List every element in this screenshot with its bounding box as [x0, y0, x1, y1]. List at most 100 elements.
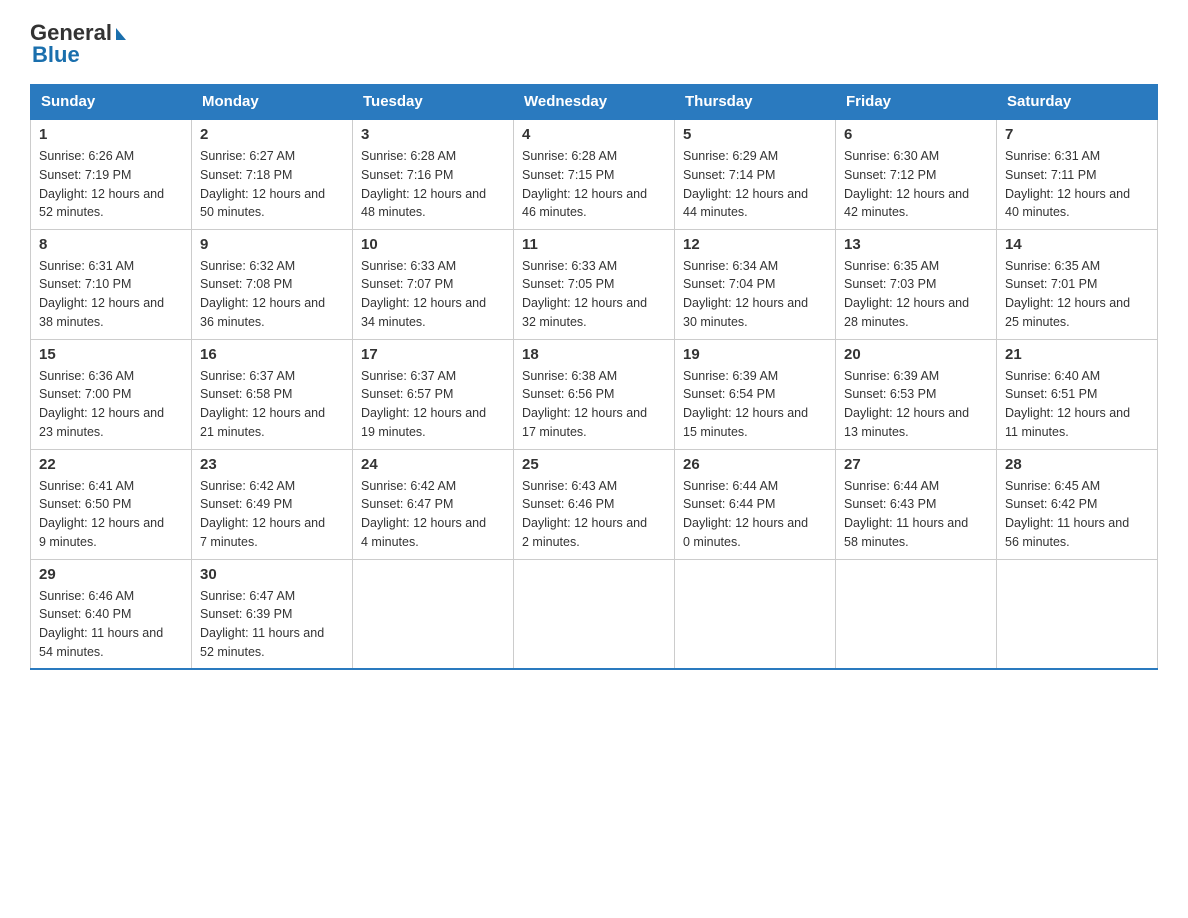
- day-info: Sunrise: 6:33 AMSunset: 7:07 PMDaylight:…: [361, 257, 505, 332]
- calendar-day: 19 Sunrise: 6:39 AMSunset: 6:54 PMDayligh…: [675, 339, 836, 449]
- day-info: Sunrise: 6:40 AMSunset: 6:51 PMDaylight:…: [1005, 367, 1149, 442]
- day-info: Sunrise: 6:28 AMSunset: 7:16 PMDaylight:…: [361, 147, 505, 222]
- weekday-header-wednesday: Wednesday: [514, 85, 675, 120]
- calendar-day: 4 Sunrise: 6:28 AMSunset: 7:15 PMDaylight…: [514, 119, 675, 229]
- day-info: Sunrise: 6:32 AMSunset: 7:08 PMDaylight:…: [200, 257, 344, 332]
- weekday-header-friday: Friday: [836, 85, 997, 120]
- day-number: 25: [522, 456, 666, 473]
- day-number: 28: [1005, 456, 1149, 473]
- day-info: Sunrise: 6:34 AMSunset: 7:04 PMDaylight:…: [683, 257, 827, 332]
- day-number: 6: [844, 126, 988, 143]
- day-info: Sunrise: 6:37 AMSunset: 6:58 PMDaylight:…: [200, 367, 344, 442]
- calendar-day: 6 Sunrise: 6:30 AMSunset: 7:12 PMDaylight…: [836, 119, 997, 229]
- day-info: Sunrise: 6:29 AMSunset: 7:14 PMDaylight:…: [683, 147, 827, 222]
- calendar-day: 12 Sunrise: 6:34 AMSunset: 7:04 PMDayligh…: [675, 229, 836, 339]
- day-number: 11: [522, 236, 666, 253]
- weekday-header-monday: Monday: [192, 85, 353, 120]
- day-number: 29: [39, 566, 183, 583]
- day-info: Sunrise: 6:38 AMSunset: 6:56 PMDaylight:…: [522, 367, 666, 442]
- calendar-day: 13Sunrise: 6:35 AMSunset: 7:03 PMDayligh…: [836, 229, 997, 339]
- day-number: 12: [683, 236, 827, 253]
- day-number: 16: [200, 346, 344, 363]
- calendar-day: 8 Sunrise: 6:31 AMSunset: 7:10 PMDaylight…: [31, 229, 192, 339]
- day-info: Sunrise: 6:37 AMSunset: 6:57 PMDaylight:…: [361, 367, 505, 442]
- calendar-body: 1 Sunrise: 6:26 AMSunset: 7:19 PMDaylight…: [31, 119, 1158, 669]
- calendar-day: [997, 559, 1158, 669]
- weekday-header-saturday: Saturday: [997, 85, 1158, 120]
- calendar-day: 26Sunrise: 6:44 AMSunset: 6:44 PMDayligh…: [675, 449, 836, 559]
- calendar-day: 7Sunrise: 6:31 AMSunset: 7:11 PMDaylight…: [997, 119, 1158, 229]
- day-info: Sunrise: 6:33 AMSunset: 7:05 PMDaylight:…: [522, 257, 666, 332]
- calendar-day: [675, 559, 836, 669]
- calendar-day: 28 Sunrise: 6:45 AMSunset: 6:42 PMDayligh…: [997, 449, 1158, 559]
- calendar-day: 1 Sunrise: 6:26 AMSunset: 7:19 PMDaylight…: [31, 119, 192, 229]
- day-number: 22: [39, 456, 183, 473]
- day-number: 24: [361, 456, 505, 473]
- day-info: Sunrise: 6:31 AMSunset: 7:10 PMDaylight:…: [39, 257, 183, 332]
- page-header: General Blue: [30, 20, 1158, 68]
- calendar-day: 17 Sunrise: 6:37 AMSunset: 6:57 PMDayligh…: [353, 339, 514, 449]
- day-number: 5: [683, 126, 827, 143]
- calendar-week-row: 1 Sunrise: 6:26 AMSunset: 7:19 PMDaylight…: [31, 119, 1158, 229]
- day-number: 14: [1005, 236, 1149, 253]
- day-info: Sunrise: 6:42 AMSunset: 6:47 PMDaylight:…: [361, 477, 505, 552]
- logo-triangle-icon: [116, 28, 126, 40]
- calendar-day: 9 Sunrise: 6:32 AMSunset: 7:08 PMDaylight…: [192, 229, 353, 339]
- calendar-day: 16 Sunrise: 6:37 AMSunset: 6:58 PMDayligh…: [192, 339, 353, 449]
- day-number: 13: [844, 236, 988, 253]
- day-info: Sunrise: 6:39 AMSunset: 6:53 PMDaylight:…: [844, 367, 988, 442]
- day-info: Sunrise: 6:39 AMSunset: 6:54 PMDaylight:…: [683, 367, 827, 442]
- calendar-day: 3 Sunrise: 6:28 AMSunset: 7:16 PMDaylight…: [353, 119, 514, 229]
- day-number: 26: [683, 456, 827, 473]
- calendar-day: 20 Sunrise: 6:39 AMSunset: 6:53 PMDayligh…: [836, 339, 997, 449]
- day-info: Sunrise: 6:46 AMSunset: 6:40 PMDaylight:…: [39, 587, 183, 662]
- day-number: 7: [1005, 126, 1149, 143]
- calendar-week-row: 8 Sunrise: 6:31 AMSunset: 7:10 PMDaylight…: [31, 229, 1158, 339]
- calendar-day: [353, 559, 514, 669]
- day-number: 1: [39, 126, 183, 143]
- day-info: Sunrise: 6:30 AMSunset: 7:12 PMDaylight:…: [844, 147, 988, 222]
- day-info: Sunrise: 6:45 AMSunset: 6:42 PMDaylight:…: [1005, 477, 1149, 552]
- logo: General Blue: [30, 20, 126, 68]
- day-number: 21: [1005, 346, 1149, 363]
- calendar-day: 22 Sunrise: 6:41 AMSunset: 6:50 PMDayligh…: [31, 449, 192, 559]
- day-number: 8: [39, 236, 183, 253]
- day-number: 19: [683, 346, 827, 363]
- calendar-day: 14Sunrise: 6:35 AMSunset: 7:01 PMDayligh…: [997, 229, 1158, 339]
- calendar-header: SundayMondayTuesdayWednesdayThursdayFrid…: [31, 85, 1158, 120]
- calendar-day: 18Sunrise: 6:38 AMSunset: 6:56 PMDayligh…: [514, 339, 675, 449]
- calendar-day: [514, 559, 675, 669]
- calendar-week-row: 22 Sunrise: 6:41 AMSunset: 6:50 PMDayligh…: [31, 449, 1158, 559]
- weekday-header-tuesday: Tuesday: [353, 85, 514, 120]
- day-info: Sunrise: 6:28 AMSunset: 7:15 PMDaylight:…: [522, 147, 666, 222]
- weekday-header-thursday: Thursday: [675, 85, 836, 120]
- day-number: 3: [361, 126, 505, 143]
- day-number: 27: [844, 456, 988, 473]
- day-info: Sunrise: 6:41 AMSunset: 6:50 PMDaylight:…: [39, 477, 183, 552]
- day-number: 17: [361, 346, 505, 363]
- day-number: 30: [200, 566, 344, 583]
- day-info: Sunrise: 6:44 AMSunset: 6:43 PMDaylight:…: [844, 477, 988, 552]
- calendar-day: 10Sunrise: 6:33 AMSunset: 7:07 PMDayligh…: [353, 229, 514, 339]
- day-number: 9: [200, 236, 344, 253]
- logo-blue-text: Blue: [32, 42, 80, 67]
- calendar-day: 24 Sunrise: 6:42 AMSunset: 6:47 PMDayligh…: [353, 449, 514, 559]
- calendar-day: 21 Sunrise: 6:40 AMSunset: 6:51 PMDayligh…: [997, 339, 1158, 449]
- day-info: Sunrise: 6:26 AMSunset: 7:19 PMDaylight:…: [39, 147, 183, 222]
- day-number: 4: [522, 126, 666, 143]
- calendar-week-row: 15 Sunrise: 6:36 AMSunset: 7:00 PMDayligh…: [31, 339, 1158, 449]
- calendar-table: SundayMondayTuesdayWednesdayThursdayFrid…: [30, 84, 1158, 670]
- day-number: 23: [200, 456, 344, 473]
- weekday-header-sunday: Sunday: [31, 85, 192, 120]
- day-info: Sunrise: 6:43 AMSunset: 6:46 PMDaylight:…: [522, 477, 666, 552]
- day-number: 15: [39, 346, 183, 363]
- day-info: Sunrise: 6:47 AMSunset: 6:39 PMDaylight:…: [200, 587, 344, 662]
- day-number: 2: [200, 126, 344, 143]
- day-number: 20: [844, 346, 988, 363]
- day-info: Sunrise: 6:36 AMSunset: 7:00 PMDaylight:…: [39, 367, 183, 442]
- calendar-day: 5 Sunrise: 6:29 AMSunset: 7:14 PMDaylight…: [675, 119, 836, 229]
- calendar-day: [836, 559, 997, 669]
- calendar-day: 11 Sunrise: 6:33 AMSunset: 7:05 PMDayligh…: [514, 229, 675, 339]
- calendar-day: 29 Sunrise: 6:46 AMSunset: 6:40 PMDayligh…: [31, 559, 192, 669]
- calendar-day: 23Sunrise: 6:42 AMSunset: 6:49 PMDayligh…: [192, 449, 353, 559]
